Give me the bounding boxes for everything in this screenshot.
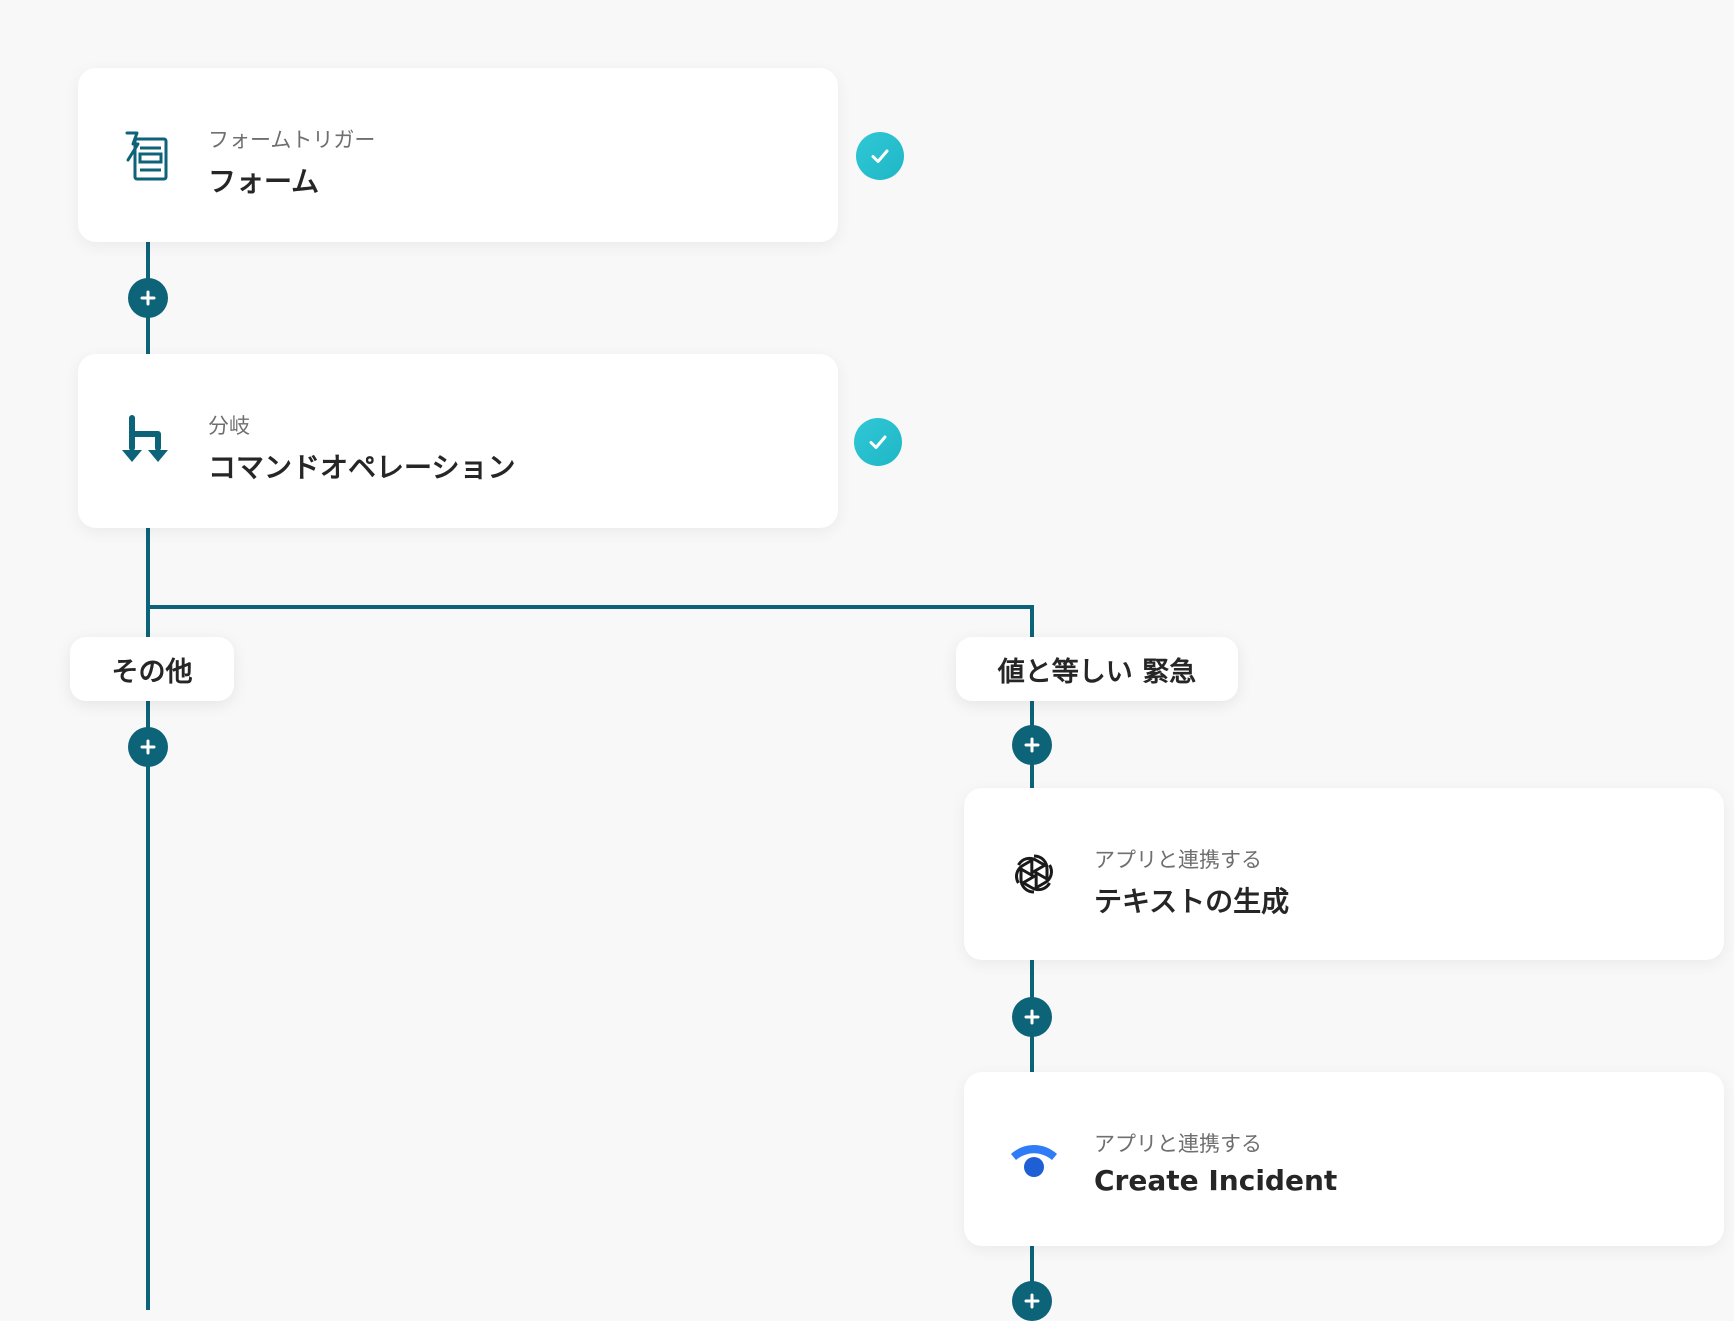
step-title: コマンドオペレーション (208, 451, 516, 484)
step-title: フォーム (208, 165, 320, 198)
plus-icon (1024, 1009, 1040, 1025)
step-card-branch[interactable]: 分岐 コマンドオペレーション (78, 354, 838, 528)
plus-icon (1024, 737, 1040, 753)
check-icon (854, 418, 902, 466)
workflow-canvas: フォームトリガー フォーム 分岐 コマンドオペレーション その他 値と等しい 緊… (0, 0, 1734, 1321)
add-step-button[interactable] (128, 278, 168, 318)
branch-label-other[interactable]: その他 (70, 637, 234, 701)
form-trigger-icon (120, 126, 172, 186)
step-card-text-generation[interactable]: アプリと連携する テキストの生成 (964, 788, 1724, 960)
plus-icon (140, 290, 156, 306)
branch-icon (120, 412, 172, 472)
step-card-form-trigger[interactable]: フォームトリガー フォーム (78, 68, 838, 242)
step-title: テキストの生成 (1094, 885, 1290, 918)
step-subtitle: アプリと連携する (1094, 1132, 1262, 1156)
branch-label-equals[interactable]: 値と等しい 緊急 (956, 637, 1238, 701)
branch-connector-line (146, 605, 1030, 609)
step-card-create-incident[interactable]: アプリと連携する Create Incident (964, 1072, 1724, 1246)
add-step-button[interactable] (128, 727, 168, 767)
add-step-button[interactable] (1012, 1281, 1052, 1321)
add-step-button[interactable] (1012, 997, 1052, 1037)
step-subtitle: アプリと連携する (1094, 848, 1262, 872)
plus-icon (1024, 1293, 1040, 1309)
statuspage-icon (1008, 1132, 1060, 1192)
branch-connector-line (1030, 605, 1034, 637)
check-icon (856, 132, 904, 180)
step-title: Create Incident (1094, 1164, 1338, 1197)
openai-icon (1008, 844, 1060, 904)
add-step-button[interactable] (1012, 725, 1052, 765)
step-subtitle: 分岐 (208, 414, 250, 438)
step-subtitle: フォームトリガー (208, 128, 376, 152)
plus-icon (140, 739, 156, 755)
